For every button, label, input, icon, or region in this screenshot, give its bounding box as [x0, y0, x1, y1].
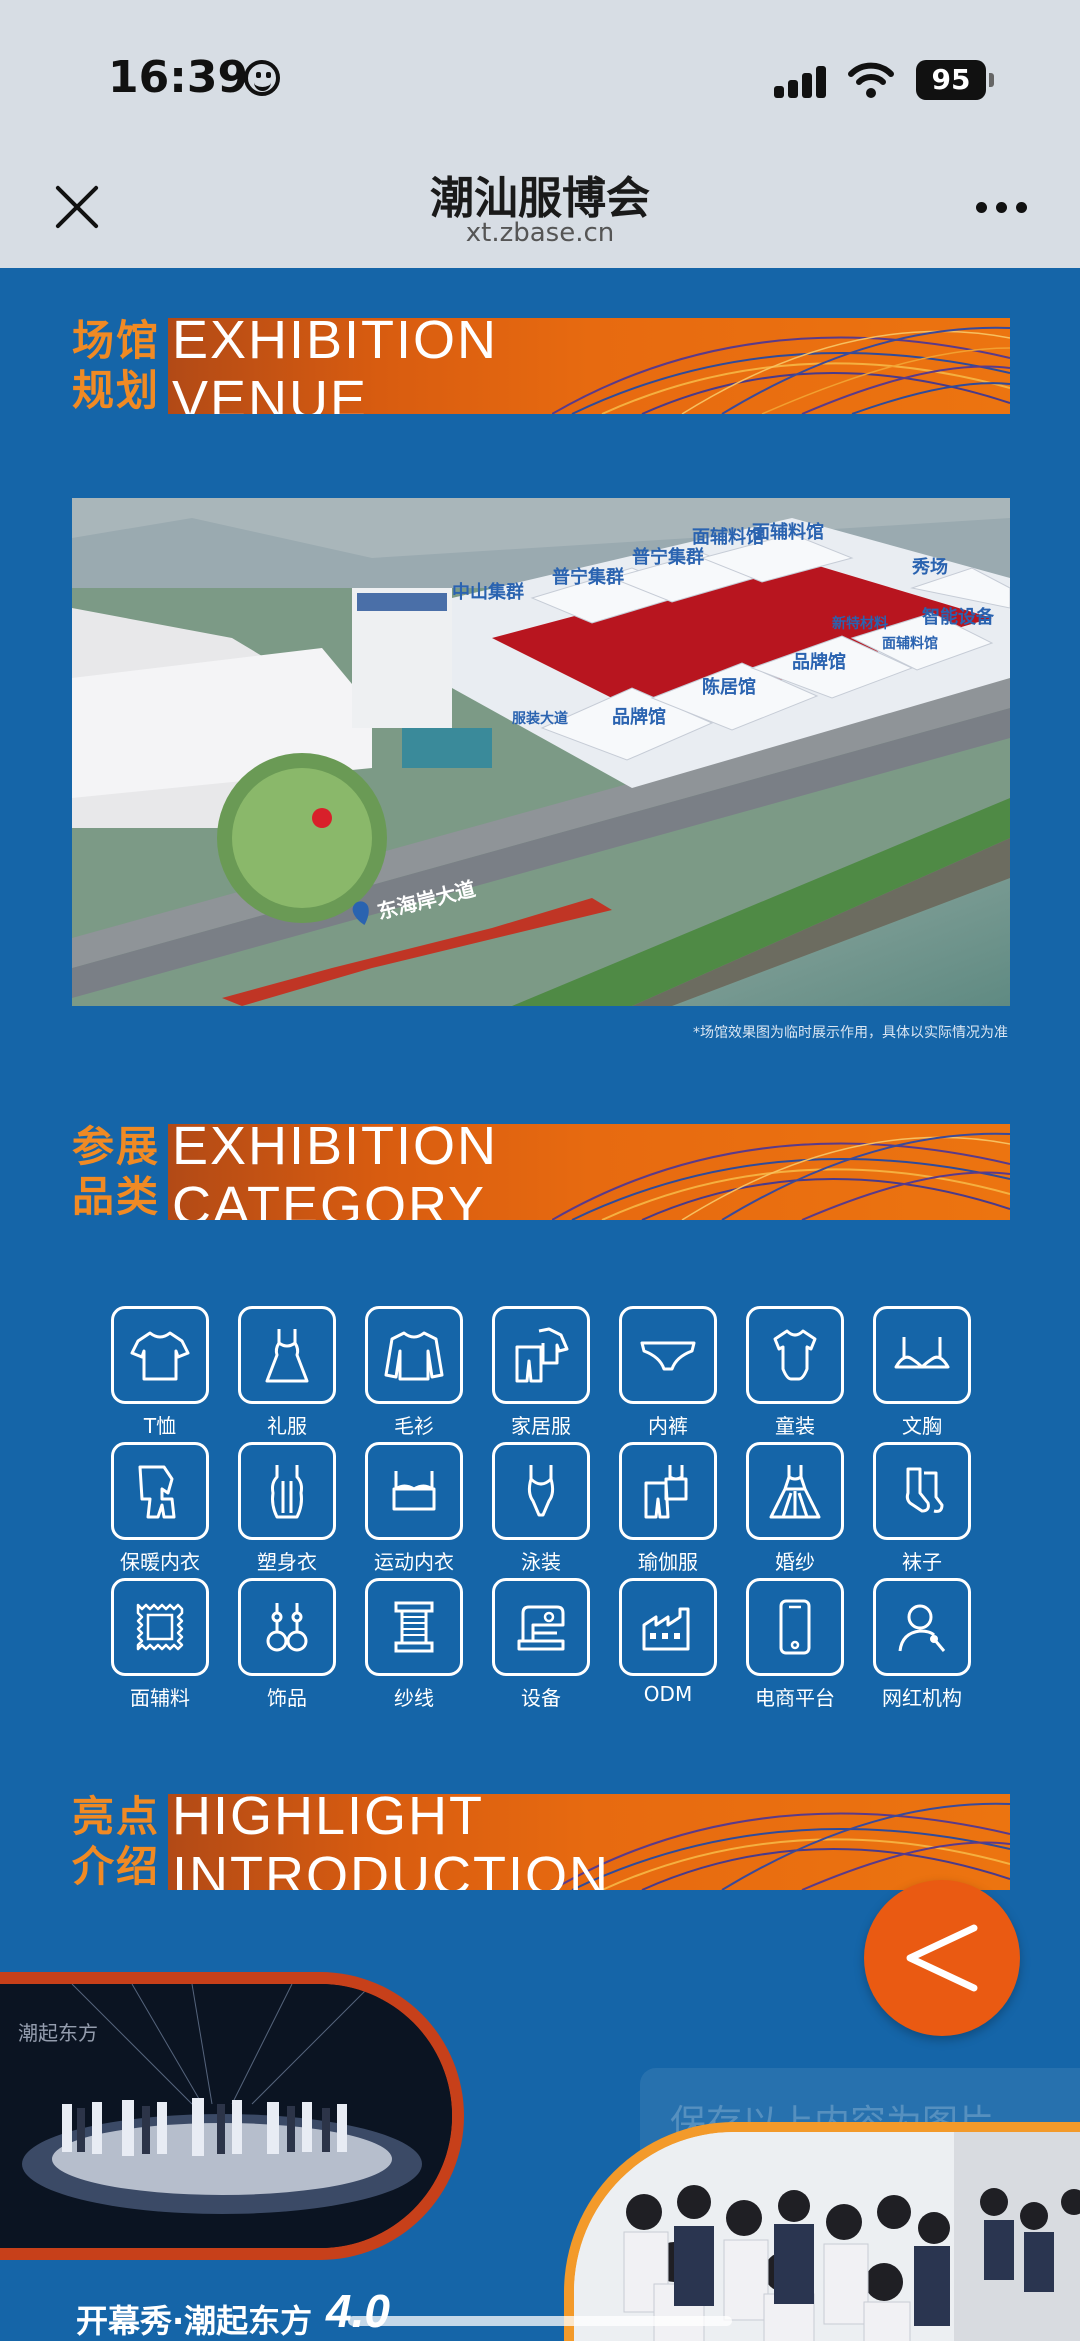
- category-item[interactable]: 设备: [491, 1578, 591, 1711]
- category-item[interactable]: 面辅料: [110, 1578, 210, 1711]
- category-item[interactable]: 电商平台: [745, 1578, 845, 1711]
- socks-icon: [905, 1467, 944, 1513]
- fabric-icon: [136, 1603, 184, 1651]
- sewing-machine-icon: [517, 1605, 565, 1651]
- venue-label-5: 面辅料馆: [692, 526, 764, 548]
- category-item[interactable]: T恤: [110, 1306, 210, 1439]
- top-bar: 16:39 95 潮汕服博会 xt.zbase.cn: [0, 0, 1080, 268]
- highlight-section-banner: 亮点 介绍 HIGHLIGHT INTRODUCTION: [72, 1794, 1010, 1890]
- factory-icon: [642, 1607, 690, 1651]
- yarn-icon: [394, 1601, 434, 1653]
- phone-icon: [779, 1599, 811, 1655]
- venue-en-line2: VENUE: [172, 370, 369, 414]
- category-item[interactable]: 泳装: [491, 1442, 591, 1575]
- home-indicator[interactable]: [348, 2316, 732, 2326]
- swimsuit-icon: [527, 1465, 555, 1517]
- dress-icon: [265, 1329, 309, 1383]
- more-options-icon[interactable]: [976, 202, 1030, 214]
- category-item[interactable]: 内裤: [618, 1306, 718, 1439]
- category-item[interactable]: ODM: [618, 1578, 718, 1706]
- shapewear-icon: [271, 1465, 303, 1519]
- tshirt-icon: [130, 1331, 190, 1381]
- venue-label-11: 面辅料馆: [882, 635, 938, 652]
- exhibition-crowd-photo: [564, 2122, 1080, 2341]
- highlight-en-line2: INTRODUCTION: [172, 1846, 610, 1890]
- highlight-caption-number: 4.0: [326, 2285, 390, 2337]
- venue-disclaimer: *场馆效果图为临时展示作用，具体以实际情况为准: [693, 1025, 1008, 1041]
- category-en-line1: EXHIBITION: [172, 1124, 499, 1176]
- venue-label-1: 秀场: [911, 557, 948, 578]
- influencer-icon: [898, 1604, 946, 1652]
- venue-label-6: 智能设备: [922, 606, 995, 628]
- wifi-icon: [848, 62, 894, 98]
- venue-en-line1: EXHIBITION: [172, 318, 499, 370]
- category-item[interactable]: 袜子: [872, 1442, 972, 1575]
- thermal-icon: [138, 1465, 176, 1519]
- chevron-left-icon: [906, 1924, 978, 1992]
- page-url: xt.zbase.cn: [465, 218, 615, 248]
- crowd-illustration: [574, 2132, 1080, 2341]
- swirl-decoration-icon: [552, 326, 1010, 414]
- page-title: 潮汕服博会: [430, 173, 650, 224]
- venue-label-3: 普宁集群: [552, 566, 624, 588]
- category-zh-line2: 品类: [72, 1172, 161, 1220]
- weddingdress-icon: [769, 1465, 821, 1519]
- smiley-icon: [244, 60, 280, 96]
- homewear-icon: [515, 1327, 569, 1383]
- runway-illustration: 潮起东方: [0, 1984, 452, 2248]
- category-item[interactable]: 家居服: [491, 1306, 591, 1439]
- venue-label-8: 陈居馆: [702, 676, 756, 698]
- earrings-icon: [266, 1603, 308, 1652]
- venue-map-illustration: 面辅料馆 秀场 中山集群 普宁集群 普宁集群 面辅料馆 智能设备 品牌馆 陈居馆…: [72, 498, 1010, 1006]
- venue-zh-line1: 场馆: [72, 318, 161, 365]
- venue-aerial-map: 面辅料馆 秀场 中山集群 普宁集群 普宁集群 面辅料馆 智能设备 品牌馆 陈居馆…: [72, 498, 1010, 1006]
- babysuit-icon: [773, 1329, 817, 1381]
- highlight-zh-line2: 介绍: [72, 1842, 161, 1890]
- category-item[interactable]: 保暖内衣: [110, 1442, 210, 1575]
- category-item[interactable]: 纱线: [364, 1578, 464, 1711]
- venue-zh-line2: 规划: [72, 366, 161, 414]
- venue-label-12: 服装大道: [512, 710, 568, 727]
- venue-label-7: 品牌馆: [612, 706, 666, 728]
- sweater-icon: [384, 1331, 444, 1381]
- highlight-caption: 开幕秀·潮起东方: [76, 2302, 313, 2340]
- venue-label-10: 新特材料: [832, 615, 888, 632]
- category-section-banner: 参展 品类 EXHIBITION CATEGORY: [72, 1124, 1010, 1220]
- opening-show-photo: 潮起东方: [0, 1972, 464, 2260]
- highlight-en-line1: HIGHLIGHT: [172, 1794, 485, 1846]
- venue-label-9: 品牌馆: [792, 651, 846, 673]
- highlight-zh-line1: 亮点: [72, 1794, 161, 1841]
- category-item[interactable]: 文胸: [872, 1306, 972, 1439]
- yoga-icon: [644, 1465, 688, 1519]
- category-item[interactable]: 瑜伽服: [618, 1442, 718, 1575]
- underwear-icon: [640, 1341, 696, 1371]
- category-item[interactable]: 网红机构: [872, 1578, 972, 1711]
- swirl-decoration-icon: [552, 1802, 1010, 1890]
- venue-label-4: 普宁集群: [632, 546, 704, 568]
- bra-icon: [894, 1337, 950, 1369]
- svg-text:潮起东方: 潮起东方: [18, 2021, 98, 2045]
- category-zh-line1: 参展: [72, 1124, 161, 1171]
- category-item[interactable]: 礼服: [237, 1306, 337, 1439]
- signal-icon: [774, 64, 830, 98]
- category-item[interactable]: 婚纱: [745, 1442, 845, 1575]
- category-en-line2: CATEGORY: [172, 1176, 487, 1220]
- venue-section-banner: 场馆 规划 EXHIBITION VENUE: [72, 318, 1010, 414]
- category-item[interactable]: 毛衫: [364, 1306, 464, 1439]
- category-item[interactable]: 童装: [745, 1306, 845, 1439]
- category-item[interactable]: 饰品: [237, 1578, 337, 1711]
- status-time: 16:39: [108, 52, 249, 103]
- back-button[interactable]: [864, 1880, 1020, 2036]
- sportsbra-icon: [392, 1471, 436, 1511]
- battery-indicator: 95: [916, 60, 994, 100]
- venue-label-2: 中山集群: [452, 581, 524, 603]
- category-item[interactable]: 塑身衣: [237, 1442, 337, 1575]
- swirl-decoration-icon: [552, 1132, 1010, 1220]
- category-item[interactable]: 运动内衣: [364, 1442, 464, 1575]
